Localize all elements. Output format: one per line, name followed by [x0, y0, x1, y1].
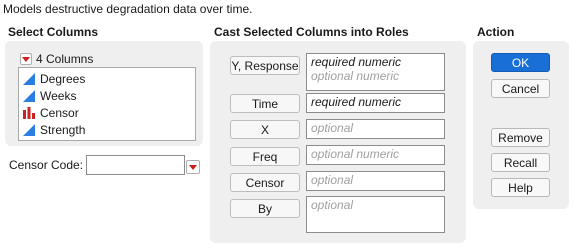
role-box-time[interactable]: required numeric [306, 93, 445, 113]
censor-code-label: Censor Code: [9, 158, 84, 172]
column-list[interactable]: Degrees Weeks Censor Strength [18, 67, 196, 141]
role-box-by[interactable]: optional [306, 196, 445, 233]
continuous-icon [23, 72, 35, 85]
continuous-icon [23, 123, 35, 136]
role-box-freq[interactable]: optional numeric [306, 145, 445, 165]
role-button-x[interactable]: X [230, 120, 300, 139]
continuous-icon [23, 89, 35, 102]
column-item-weeks[interactable]: Weeks [23, 87, 76, 104]
platform-description: Models destructive degradation data over… [3, 2, 253, 16]
recall-button[interactable]: Recall [491, 153, 550, 172]
column-item-label: Degrees [40, 71, 86, 86]
select-columns-title: Select Columns [8, 25, 99, 39]
column-item-label: Weeks [40, 88, 77, 103]
role-box-censor[interactable]: optional [306, 171, 445, 191]
nominal-bar-icon [23, 106, 35, 119]
role-button-censor[interactable]: Censor [230, 173, 300, 192]
role-box-y-response[interactable]: required numeric optional numeric [306, 53, 445, 91]
role-hint: optional [311, 173, 354, 187]
column-item-label: Strength [40, 122, 86, 137]
cast-roles-title: Cast Selected Columns into Roles [214, 25, 409, 39]
column-item-degrees[interactable]: Degrees [23, 70, 85, 87]
ok-button[interactable]: OK [491, 53, 550, 72]
role-hint: optional [311, 121, 354, 135]
cancel-button[interactable]: Cancel [491, 79, 550, 98]
role-button-time[interactable]: Time [230, 94, 300, 113]
remove-button[interactable]: Remove [491, 128, 550, 147]
role-button-by[interactable]: By [230, 199, 300, 218]
role-hint: optional [311, 198, 354, 212]
column-item-censor[interactable]: Censor [23, 104, 79, 121]
role-button-freq[interactable]: Freq [230, 147, 300, 166]
role-button-y-response[interactable]: Y, Response [230, 56, 300, 75]
censor-code-dropdown-icon[interactable] [186, 160, 200, 174]
help-button[interactable]: Help [491, 178, 550, 197]
columns-menu-icon[interactable] [20, 53, 32, 65]
column-item-label: Censor [40, 105, 79, 120]
role-hint: optional numeric [311, 69, 400, 83]
columns-count-label: 4 Columns [36, 52, 94, 66]
role-hint: optional numeric [311, 147, 400, 161]
column-item-strength[interactable]: Strength [23, 121, 85, 138]
action-title: Action [477, 25, 515, 39]
role-hint: required numeric [311, 95, 402, 109]
columns-header[interactable]: 4 Columns [20, 52, 93, 66]
censor-code-input[interactable] [86, 155, 185, 175]
role-hint: required numeric [311, 55, 402, 69]
role-box-x[interactable]: optional [306, 119, 445, 139]
